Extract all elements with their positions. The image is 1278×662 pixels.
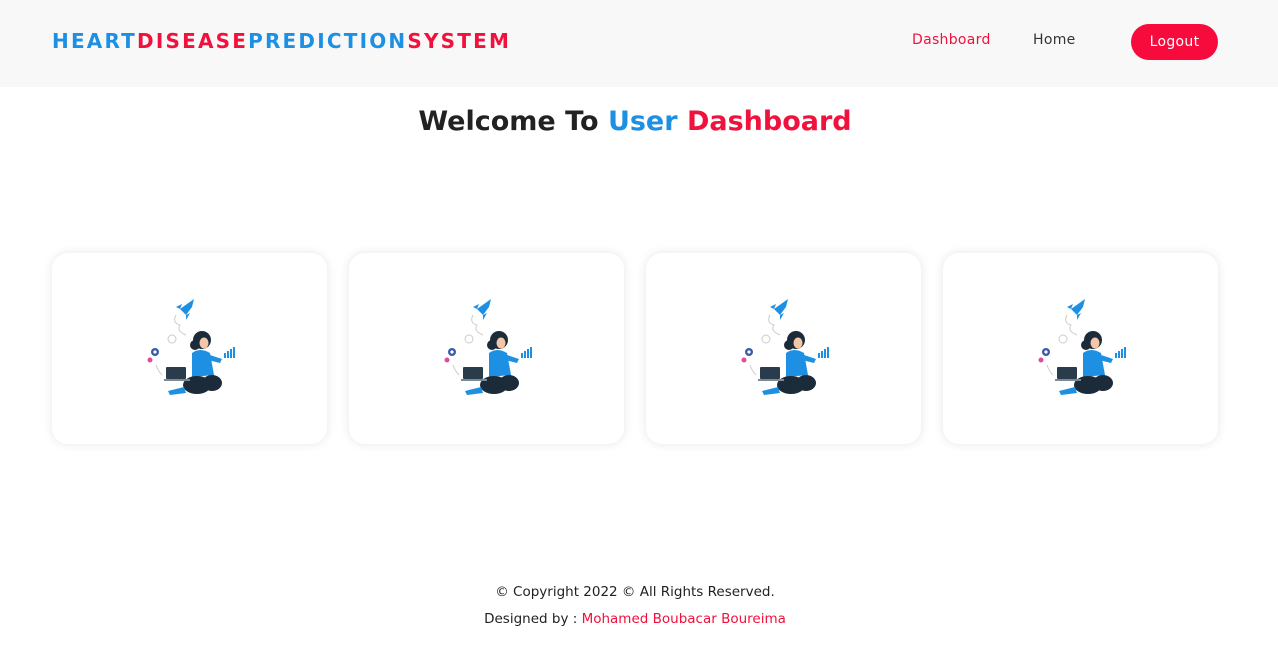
dashboard-card-3[interactable] xyxy=(646,253,921,444)
person-laptop-illustration-icon xyxy=(147,298,236,396)
person-laptop-illustration-icon xyxy=(741,298,830,396)
footer-copyright: © Copyright 2022 © All Rights Reserved. xyxy=(495,584,775,600)
navbar: HEARTDISEASEPREDICTIONSYSTEM Dashboard H… xyxy=(0,0,1278,87)
footer-credits: Designed by : Mohamed Boubacar Boureima xyxy=(0,611,1270,627)
nav-home-link[interactable]: Home xyxy=(1033,32,1076,48)
logout-button[interactable]: Logout xyxy=(1131,24,1218,60)
dashboard-card-2[interactable] xyxy=(349,253,624,444)
designer-link[interactable]: Mohamed Boubacar Boureima xyxy=(582,611,786,627)
title-dashboard: Dashboard xyxy=(677,106,852,137)
brand-part-disease: DISEASE xyxy=(137,29,249,53)
brand-part-heart: HEART xyxy=(52,29,138,53)
brand-logo[interactable]: HEARTDISEASEPREDICTIONSYSTEM xyxy=(52,29,511,53)
page-title: Welcome To User Dashboard xyxy=(0,106,1270,137)
designed-by-label: Designed by : xyxy=(484,611,582,627)
title-user: User xyxy=(607,106,678,137)
person-laptop-illustration-icon xyxy=(1038,298,1127,396)
nav-dashboard-link[interactable]: Dashboard xyxy=(912,32,991,48)
brand-part-prediction: PREDICTION xyxy=(248,29,408,53)
title-prefix: Welcome To xyxy=(418,106,608,137)
brand-part-system: SYSTEM xyxy=(407,29,512,53)
person-laptop-illustration-icon xyxy=(444,298,533,396)
dashboard-card-1[interactable] xyxy=(52,253,327,444)
dashboard-card-4[interactable] xyxy=(943,253,1218,444)
